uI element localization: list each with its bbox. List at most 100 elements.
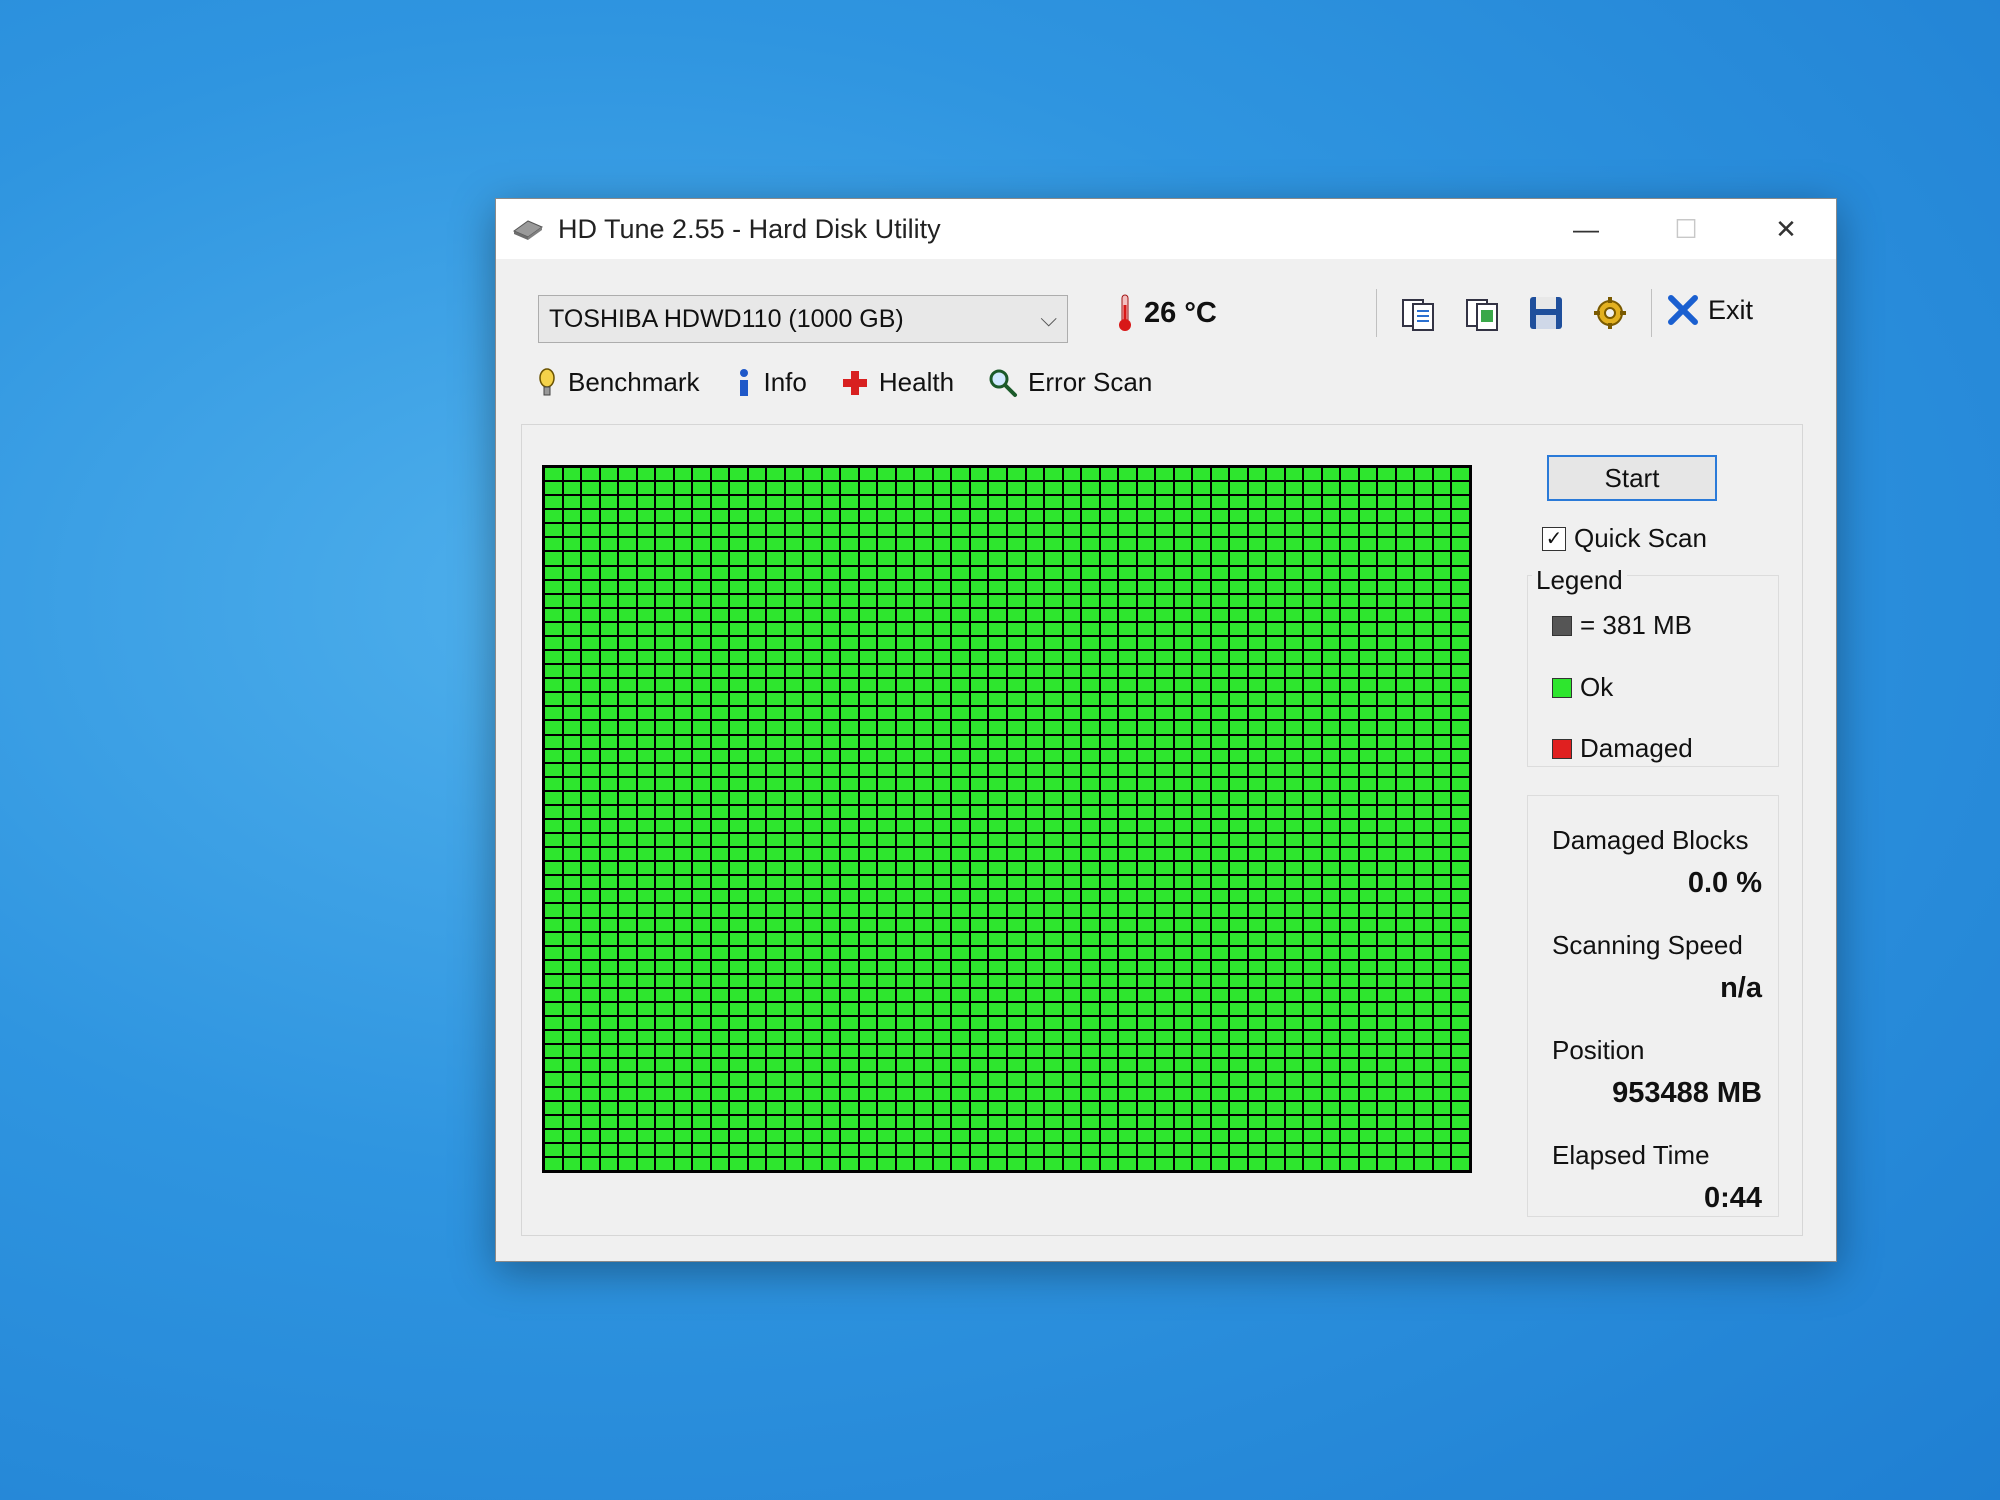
- scan-block: [1008, 538, 1025, 551]
- scan-block: [1396, 721, 1414, 734]
- copy-screenshot-icon[interactable]: [1459, 290, 1505, 336]
- maximize-button[interactable]: ☐: [1636, 199, 1736, 259]
- drive-select[interactable]: TOSHIBA HDWD110 (1000 GB) ⌵: [538, 295, 1068, 343]
- scan-block: [1341, 1017, 1358, 1030]
- scan-block: [1063, 538, 1081, 551]
- scan-block: [674, 538, 692, 551]
- scan-block: [896, 777, 914, 790]
- scan-block: [1304, 946, 1321, 959]
- scan-block: [711, 1087, 729, 1100]
- scan-block: [1230, 622, 1247, 635]
- scan-block: [748, 918, 766, 931]
- scan-block: [582, 524, 599, 537]
- scan-block: [1452, 693, 1469, 706]
- scan-block: [1285, 974, 1303, 987]
- scan-block: [1304, 580, 1321, 593]
- scan-block: [674, 1143, 692, 1156]
- close-button[interactable]: ✕: [1736, 199, 1836, 259]
- scan-block: [1433, 468, 1451, 481]
- start-button[interactable]: Start: [1547, 455, 1717, 501]
- scan-block: [637, 636, 655, 650]
- scan-block: [1008, 848, 1025, 861]
- scan-block: [1322, 665, 1340, 678]
- scan-block: [1452, 777, 1469, 790]
- scan-block: [1026, 974, 1044, 987]
- scan-block: [656, 1003, 673, 1016]
- scan-block: [711, 946, 729, 959]
- scan-block: [952, 622, 969, 635]
- scan-block: [1396, 468, 1414, 481]
- scan-block: [1378, 636, 1395, 650]
- scan-block: [989, 1045, 1006, 1058]
- scan-block: [545, 974, 562, 987]
- scan-block: [859, 974, 877, 987]
- scan-block: [1137, 721, 1155, 734]
- scan-block: [767, 566, 784, 579]
- scan-block: [656, 1017, 673, 1030]
- scan-block: [859, 580, 877, 593]
- tab-benchmark[interactable]: Benchmark: [536, 367, 700, 398]
- scan-block: [841, 552, 858, 565]
- scan-block: [989, 1101, 1006, 1114]
- scan-block: [1248, 510, 1266, 523]
- scan-block: [859, 496, 877, 509]
- scan-block: [1304, 636, 1321, 650]
- scan-block: [1026, 834, 1044, 847]
- scan-block: [619, 735, 636, 748]
- scan-block: [674, 876, 692, 889]
- scan-block: [582, 636, 599, 650]
- scan-block: [1396, 538, 1414, 551]
- scan-block: [1119, 819, 1136, 833]
- scan-block: [804, 763, 821, 776]
- copy-text-icon[interactable]: [1395, 290, 1441, 336]
- scan-block: [600, 721, 618, 734]
- scan-block: [1452, 679, 1469, 692]
- scan-block: [952, 890, 969, 903]
- scan-block: [1433, 1017, 1451, 1030]
- title-bar[interactable]: HD Tune 2.55 - Hard Disk Utility — ☐ ✕: [496, 199, 1836, 259]
- scan-block: [1193, 622, 1210, 635]
- scan-block: [674, 468, 692, 481]
- save-icon[interactable]: [1523, 290, 1569, 336]
- scan-block: [804, 1157, 821, 1170]
- scan-block: [619, 580, 636, 593]
- scan-block: [785, 932, 803, 945]
- scan-block: [1045, 622, 1062, 635]
- tab-health[interactable]: Health: [841, 367, 954, 398]
- scan-block: [748, 834, 766, 847]
- scan-block: [767, 876, 784, 889]
- scan-block: [730, 819, 747, 833]
- options-icon[interactable]: [1587, 290, 1633, 336]
- scan-block: [637, 1073, 655, 1086]
- tab-info[interactable]: Info: [734, 367, 807, 398]
- scan-block: [1415, 777, 1432, 790]
- scan-block: [730, 848, 747, 861]
- scan-block: [600, 665, 618, 678]
- scan-block: [933, 918, 951, 931]
- scan-block: [1008, 876, 1025, 889]
- scan-block: [804, 819, 821, 833]
- scan-block: [1137, 946, 1155, 959]
- health-icon: [842, 370, 867, 395]
- scan-block: [582, 651, 599, 664]
- scan-block: [804, 482, 821, 495]
- scan-block: [1119, 1101, 1136, 1114]
- scan-block: [1415, 1045, 1432, 1058]
- scan-block: [1100, 763, 1118, 776]
- scan-block: [896, 580, 914, 593]
- scan-block: [1415, 468, 1432, 481]
- exit-button[interactable]: Exit: [1666, 293, 1753, 327]
- scan-block: [1359, 876, 1377, 889]
- scan-block: [637, 1101, 655, 1114]
- quick-scan-checkbox[interactable]: ✓ Quick Scan: [1542, 523, 1707, 554]
- scan-block: [933, 876, 951, 889]
- tab-error-scan[interactable]: Error Scan: [988, 367, 1152, 398]
- scan-block: [970, 918, 988, 931]
- scan-block: [1341, 538, 1358, 551]
- scan-block: [1322, 805, 1340, 818]
- scan-block: [1137, 636, 1155, 650]
- scan-block: [896, 679, 914, 692]
- minimize-button[interactable]: —: [1536, 199, 1636, 259]
- scan-block: [656, 862, 673, 875]
- scan-block: [841, 679, 858, 692]
